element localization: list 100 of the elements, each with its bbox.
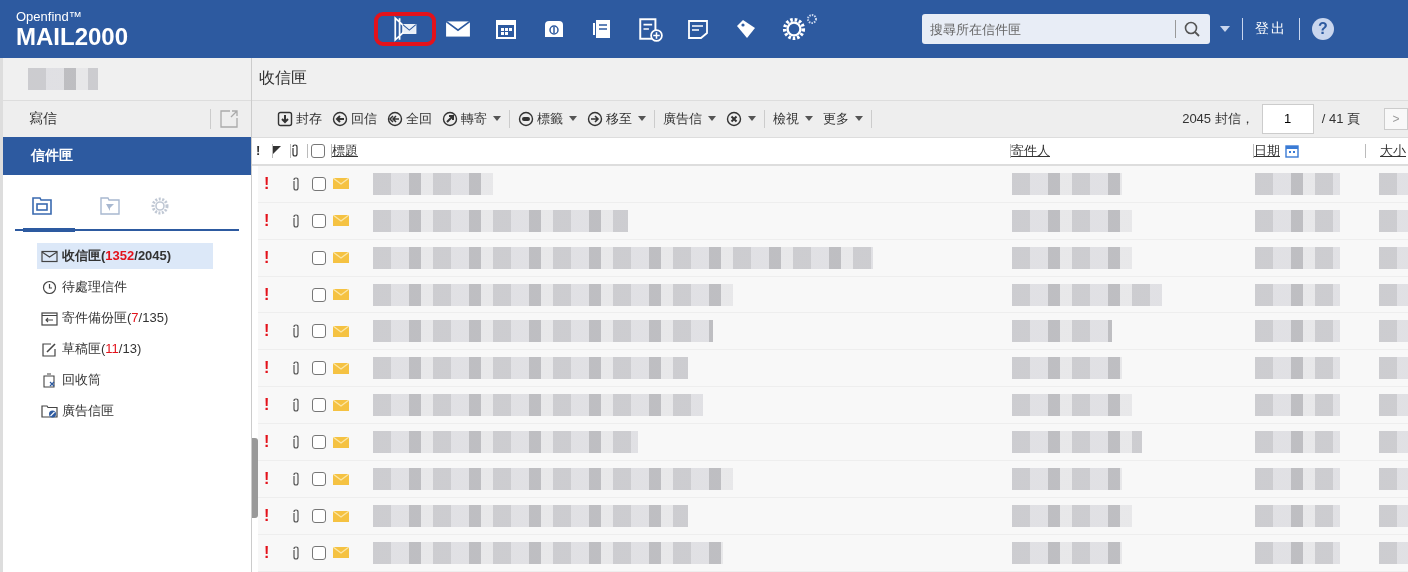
toolbar-button[interactable]: 廣告信 xyxy=(658,105,721,132)
envelope-icon xyxy=(41,248,58,264)
blurred-text xyxy=(1379,357,1408,380)
caret-icon xyxy=(708,116,716,122)
message-row[interactable]: ! xyxy=(258,387,1408,425)
search-field[interactable]: 搜尋所在信件匣 xyxy=(922,14,1175,44)
help-icon[interactable]: ? xyxy=(1312,18,1334,40)
envelope-icon xyxy=(333,325,349,337)
add-note-icon[interactable] xyxy=(637,16,663,42)
toolbar-button[interactable]: 轉寄 xyxy=(437,105,506,132)
envelope-icon xyxy=(333,362,349,374)
caret-icon[interactable] xyxy=(1220,26,1230,32)
message-row[interactable]: ! xyxy=(258,202,1408,240)
row-checkbox[interactable] xyxy=(312,213,326,228)
trash-icon xyxy=(41,372,58,388)
row-checkbox[interactable] xyxy=(312,176,326,191)
settings-icon[interactable] xyxy=(780,15,808,43)
sender-column-header[interactable]: 寄件人 xyxy=(1011,141,1050,160)
size-column-header[interactable]: 大小 xyxy=(1380,141,1406,160)
blurred-text xyxy=(28,68,98,90)
folder-item[interactable]: 寄件備份匣(7/135) xyxy=(37,305,213,331)
row-checkbox[interactable] xyxy=(312,545,326,560)
message-row[interactable]: ! xyxy=(258,535,1408,572)
page-field[interactable]: 1 xyxy=(1261,103,1314,134)
paperclip-icon xyxy=(292,213,300,228)
flag-icon[interactable] xyxy=(273,145,281,156)
row-checkbox[interactable] xyxy=(312,361,326,376)
subject-column-header[interactable]: 標題 xyxy=(332,141,358,160)
brand-tagline: Openfind™ xyxy=(16,9,83,23)
small-settings-icon[interactable] xyxy=(806,13,818,25)
search-button[interactable] xyxy=(1175,14,1210,44)
toolbar-button[interactable]: 標籤 xyxy=(513,105,582,132)
caret-icon xyxy=(569,116,577,122)
calendar-icon[interactable] xyxy=(494,17,518,41)
blurred-text xyxy=(1379,541,1408,564)
row-checkbox[interactable] xyxy=(312,324,326,339)
paperclip-icon xyxy=(292,545,300,560)
important-mark: ! xyxy=(263,174,270,193)
folder-item[interactable]: 收信匣(1352/2045) xyxy=(37,243,213,269)
archive-icon xyxy=(277,110,293,127)
toolbar-button[interactable]: 全回 xyxy=(382,105,437,132)
blurred-text xyxy=(1379,172,1408,195)
message-row[interactable]: ! xyxy=(258,424,1408,462)
row-checkbox[interactable] xyxy=(312,287,326,302)
folder-item[interactable]: 草稿匣(11/13) xyxy=(37,336,213,362)
paperclip-icon xyxy=(292,509,300,524)
reply-icon xyxy=(332,110,348,127)
note-icon[interactable] xyxy=(686,17,710,41)
move-icon xyxy=(587,110,603,127)
row-checkbox[interactable] xyxy=(312,509,326,524)
calendar-icon[interactable] xyxy=(1284,142,1300,159)
folder-item[interactable]: 廣告信匣 xyxy=(37,398,213,424)
mailbox-header[interactable]: 信件匣 xyxy=(3,137,251,175)
toolbar-button[interactable]: 回信 xyxy=(327,105,382,132)
blurred-text xyxy=(1379,320,1408,343)
important-column-header[interactable]: ! xyxy=(256,143,261,159)
toolbar-button[interactable]: 封存 xyxy=(272,105,327,132)
message-row[interactable]: ! xyxy=(258,165,1408,203)
envelope-icon xyxy=(333,252,349,264)
brand-logo: MAIL2000 xyxy=(16,24,130,49)
folder-item[interactable]: 待處理信件 xyxy=(37,274,213,300)
message-row[interactable]: ! xyxy=(258,239,1408,277)
delete-icon xyxy=(726,110,742,127)
blurred-text xyxy=(1379,505,1408,528)
paperclip-icon[interactable] xyxy=(291,144,299,158)
collapse-handle[interactable] xyxy=(252,438,258,518)
send-mail-icon[interactable] xyxy=(392,16,418,42)
clock-icon xyxy=(41,279,58,295)
caret-icon xyxy=(493,116,501,122)
blurred-text xyxy=(1379,246,1408,269)
envelope-icon xyxy=(333,510,349,522)
compose-button[interactable]: 寫信 xyxy=(29,110,57,128)
message-row[interactable]: ! xyxy=(258,313,1408,351)
message-row[interactable]: ! xyxy=(258,276,1408,314)
settings-icon xyxy=(149,195,171,217)
select-all-checkbox[interactable] xyxy=(311,143,325,158)
date-column-header[interactable]: 日期 xyxy=(1254,141,1280,160)
row-checkbox[interactable] xyxy=(312,435,326,450)
toolbar-button[interactable]: 更多 xyxy=(818,105,868,132)
important-mark: ! xyxy=(263,248,270,267)
row-checkbox[interactable] xyxy=(312,472,326,487)
toolbar-button[interactable]: 檢視 xyxy=(768,105,818,132)
important-mark: ! xyxy=(263,211,270,230)
toolbar-button[interactable]: 移至 xyxy=(582,105,651,132)
message-row[interactable]: ! xyxy=(258,350,1408,388)
logout-link[interactable]: 登出 xyxy=(1243,20,1299,38)
caret-icon xyxy=(638,116,646,122)
draft-icon xyxy=(41,341,58,357)
folder-item[interactable]: 回收筒 xyxy=(37,367,213,393)
message-row[interactable]: ! xyxy=(258,498,1408,535)
blurred-text xyxy=(1379,209,1408,232)
folder-icon xyxy=(31,195,53,217)
message-row[interactable]: ! xyxy=(258,461,1408,499)
envelope-icon xyxy=(333,289,349,300)
filter-folder-icon xyxy=(99,195,121,217)
blurred-text xyxy=(1379,431,1408,454)
row-checkbox[interactable] xyxy=(312,398,326,413)
row-checkbox[interactable] xyxy=(312,250,326,265)
forward-icon xyxy=(442,110,458,127)
folder-title: 收信匣 xyxy=(259,68,307,89)
